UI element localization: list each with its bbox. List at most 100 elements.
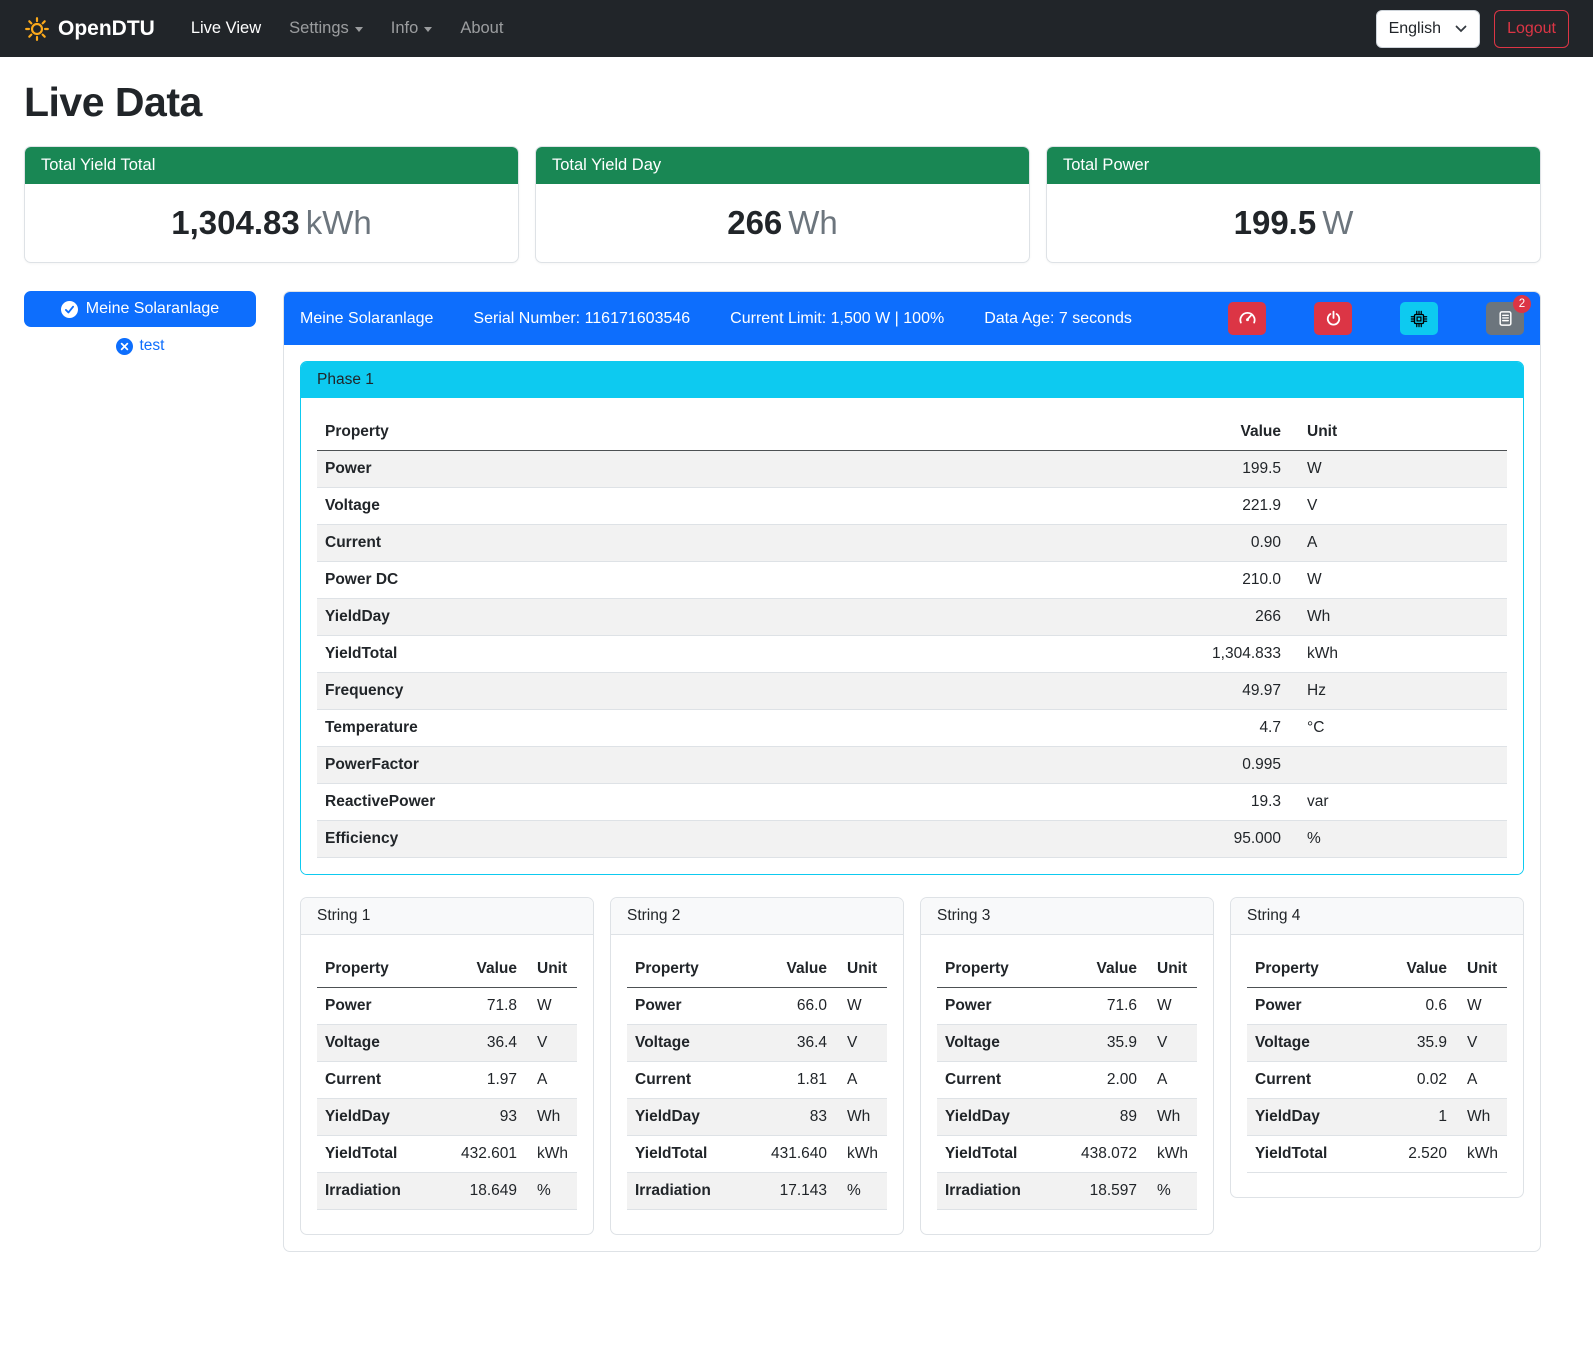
string-title: String 1 <box>301 898 593 935</box>
card-value: 266 <box>727 204 782 241</box>
table-row: YieldTotal432.601kWh <box>317 1136 577 1173</box>
inverter-serial: Serial Number: 116171603546 <box>473 310 690 328</box>
col-value: Value <box>1067 951 1145 988</box>
property-label: Temperature <box>317 710 1139 747</box>
property-label: YieldTotal <box>317 1136 447 1173</box>
col-value: Value <box>1377 951 1455 988</box>
table-row: Current1.97A <box>317 1062 577 1099</box>
string-title: String 4 <box>1231 898 1523 935</box>
device-info-button[interactable] <box>1400 302 1438 335</box>
sidebar-item-label: Meine Solaranlage <box>86 300 219 318</box>
string-1-table: Property Value Unit Power71.8WVoltage36.… <box>317 951 577 1210</box>
unit-cell: Wh <box>525 1099 577 1136</box>
unit-cell: Wh <box>1289 599 1507 636</box>
unit-cell: kWh <box>1289 636 1507 673</box>
table-row: YieldDay1Wh <box>1247 1099 1507 1136</box>
phase-table: Property Value Unit Power199.5WVoltage22… <box>317 414 1507 858</box>
table-row: Irradiation18.597% <box>937 1173 1197 1210</box>
property-label: Power <box>937 988 1067 1025</box>
nav-live-view[interactable]: Live View <box>179 11 273 46</box>
value-cell: 83 <box>757 1099 835 1136</box>
unit-cell: °C <box>1289 710 1507 747</box>
inverter-limit: Current Limit: 1,500 W | 100% <box>730 310 944 328</box>
event-log-button[interactable]: 2 <box>1486 302 1524 335</box>
phase-title: Phase 1 <box>301 362 1523 398</box>
strings-row: String 1 Property Value Unit <box>300 897 1524 1235</box>
value-cell: 36.4 <box>757 1025 835 1062</box>
unit-cell: Wh <box>1455 1099 1507 1136</box>
value-cell: 2.00 <box>1067 1062 1145 1099</box>
property-label: Irradiation <box>627 1173 757 1210</box>
string-4-card: String 4 Property Value Unit <box>1230 897 1524 1198</box>
property-label: Voltage <box>937 1025 1067 1062</box>
nav-settings[interactable]: Settings <box>277 11 375 46</box>
string-3-table: Property Value Unit Power71.6WVoltage35.… <box>937 951 1197 1210</box>
language-select[interactable]: English <box>1376 10 1480 48</box>
table-header-row: Property Value Unit <box>1247 951 1507 988</box>
property-label: Current <box>317 1062 447 1099</box>
nav-live-view-label: Live View <box>191 19 261 38</box>
table-row: Temperature4.7°C <box>317 710 1507 747</box>
string-title: String 3 <box>921 898 1213 935</box>
brand[interactable]: OpenDTU <box>24 16 155 42</box>
property-label: Voltage <box>317 488 1139 525</box>
unit-cell: Wh <box>835 1099 887 1136</box>
property-label: Voltage <box>317 1025 447 1062</box>
value-cell: 36.4 <box>447 1025 525 1062</box>
col-property: Property <box>1247 951 1377 988</box>
value-cell: 66.0 <box>757 988 835 1025</box>
sidebar-item-meine-solaranlage[interactable]: Meine Solaranlage <box>24 291 256 327</box>
nav-about[interactable]: About <box>448 11 515 46</box>
total-yield-total-card: Total Yield Total 1,304.83kWh <box>24 146 519 263</box>
property-label: YieldTotal <box>1247 1136 1377 1173</box>
sidebar-item-test[interactable]: test <box>24 337 256 355</box>
logout-button[interactable]: Logout <box>1494 10 1569 48</box>
table-header-row: Property Value Unit <box>317 414 1507 451</box>
value-cell: 93 <box>447 1099 525 1136</box>
table-row: Efficiency95.000% <box>317 821 1507 858</box>
card-value: 1,304.83 <box>171 204 299 241</box>
table-row: Power199.5W <box>317 451 1507 488</box>
value-cell: 0.995 <box>1139 747 1289 784</box>
string-1-card: String 1 Property Value Unit <box>300 897 594 1235</box>
value-cell: 0.90 <box>1139 525 1289 562</box>
value-cell: 18.649 <box>447 1173 525 1210</box>
unit-cell: V <box>835 1025 887 1062</box>
unit-cell: A <box>1455 1062 1507 1099</box>
unit-cell: % <box>1145 1173 1197 1210</box>
card-unit: kWh <box>306 204 372 241</box>
value-cell: 0.6 <box>1377 988 1455 1025</box>
table-row: YieldTotal1,304.833kWh <box>317 636 1507 673</box>
card-unit: W <box>1322 204 1353 241</box>
string-title: String 2 <box>611 898 903 935</box>
table-row: YieldTotal431.640kWh <box>627 1136 887 1173</box>
unit-cell: V <box>1455 1025 1507 1062</box>
value-cell: 1.81 <box>757 1062 835 1099</box>
table-header-row: Property Value Unit <box>627 951 887 988</box>
limit-settings-button[interactable] <box>1228 302 1266 335</box>
sun-logo-icon <box>24 16 50 42</box>
table-row: Irradiation18.649% <box>317 1173 577 1210</box>
table-row: Irradiation17.143% <box>627 1173 887 1210</box>
property-label: YieldDay <box>317 599 1139 636</box>
value-cell: 18.597 <box>1067 1173 1145 1210</box>
inverter-sidebar: Meine Solaranlage test <box>24 291 256 355</box>
string-2-table: Property Value Unit Power66.0WVoltage36.… <box>627 951 887 1210</box>
property-label: Power <box>317 988 447 1025</box>
table-row: Voltage35.9V <box>937 1025 1197 1062</box>
power-button[interactable] <box>1314 302 1352 335</box>
nav-about-label: About <box>460 19 503 38</box>
string-2-card: String 2 Property Value Unit <box>610 897 904 1235</box>
table-row: ReactivePower19.3var <box>317 784 1507 821</box>
unit-cell: W <box>525 988 577 1025</box>
nav-info[interactable]: Info <box>379 11 445 46</box>
table-row: Voltage36.4V <box>627 1025 887 1062</box>
table-row: Current2.00A <box>937 1062 1197 1099</box>
unit-cell: A <box>835 1062 887 1099</box>
table-row: Power DC210.0W <box>317 562 1507 599</box>
value-cell: 19.3 <box>1139 784 1289 821</box>
unit-cell: V <box>1289 488 1507 525</box>
table-row: PowerFactor0.995 <box>317 747 1507 784</box>
value-cell: 432.601 <box>447 1136 525 1173</box>
property-label: YieldDay <box>1247 1099 1377 1136</box>
